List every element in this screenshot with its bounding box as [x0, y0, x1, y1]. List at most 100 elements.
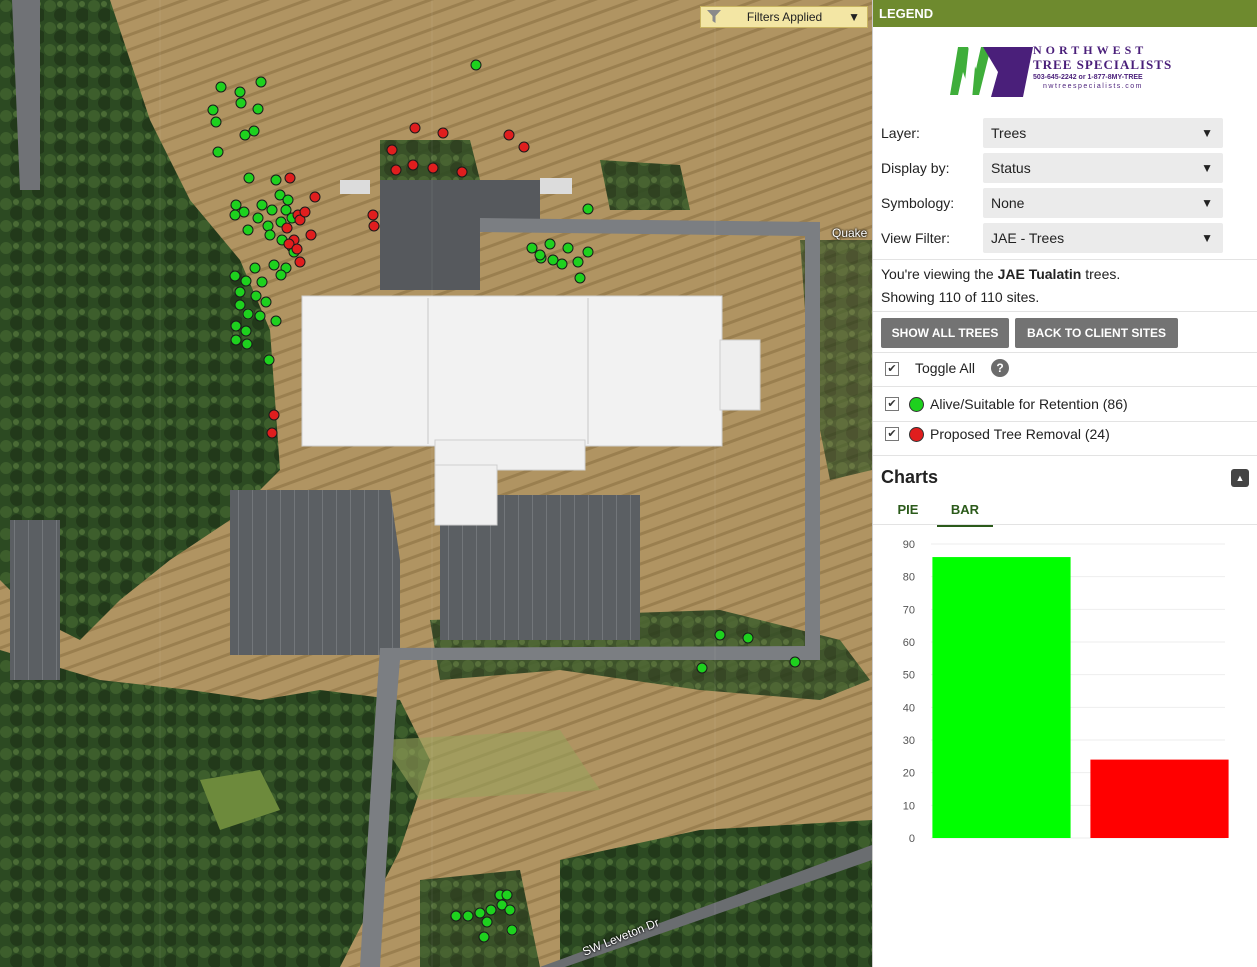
tree-marker-alive[interactable] — [485, 904, 497, 916]
tree-marker-alive[interactable] — [240, 325, 252, 337]
tree-marker-alive[interactable] — [262, 220, 274, 232]
tree-marker-alive[interactable] — [229, 209, 241, 221]
tree-marker-alive[interactable] — [544, 238, 556, 250]
layer-select[interactable]: Trees ▼ — [983, 118, 1223, 148]
tree-marker-alive[interactable] — [256, 199, 268, 211]
tree-marker-alive[interactable] — [230, 320, 242, 332]
tree-marker-alive[interactable] — [230, 334, 242, 346]
tree-marker-alive[interactable] — [248, 125, 260, 137]
tree-marker-removal[interactable] — [456, 166, 468, 178]
tree-marker-alive[interactable] — [234, 86, 246, 98]
tree-marker-removal[interactable] — [268, 409, 280, 421]
tree-marker-alive[interactable] — [582, 203, 594, 215]
tree-marker-alive[interactable] — [254, 310, 266, 322]
tree-marker-alive[interactable] — [229, 270, 241, 282]
tree-marker-alive[interactable] — [212, 146, 224, 158]
tree-marker-removal[interactable] — [503, 129, 515, 141]
tree-marker-alive[interactable] — [235, 97, 247, 109]
tree-marker-alive[interactable] — [282, 194, 294, 206]
back-to-client-sites-button[interactable]: BACK TO CLIENT SITES — [1015, 318, 1178, 348]
tree-marker-alive[interactable] — [474, 907, 486, 919]
tree-marker-alive[interactable] — [506, 924, 518, 936]
tree-marker-alive[interactable] — [266, 204, 278, 216]
tree-marker-removal[interactable] — [291, 243, 303, 255]
tree-marker-alive[interactable] — [240, 275, 252, 287]
tree-marker-alive[interactable] — [238, 206, 250, 218]
tree-marker-alive[interactable] — [547, 254, 559, 266]
tree-marker-alive[interactable] — [572, 256, 584, 268]
show-all-trees-button[interactable]: SHOW ALL TREES — [881, 318, 1009, 348]
tree-marker-alive[interactable] — [742, 632, 754, 644]
tree-marker-alive[interactable] — [215, 81, 227, 93]
tree-marker-alive[interactable] — [556, 258, 568, 270]
tree-marker-alive[interactable] — [242, 224, 254, 236]
tree-marker-removal[interactable] — [427, 162, 439, 174]
symbology-select[interactable]: None ▼ — [983, 188, 1223, 218]
tree-marker-alive[interactable] — [582, 246, 594, 258]
tree-marker-removal[interactable] — [367, 209, 379, 221]
tree-marker-removal[interactable] — [305, 229, 317, 241]
tree-marker-removal[interactable] — [390, 164, 402, 176]
view-filter-select[interactable]: JAE - Trees ▼ — [983, 223, 1223, 253]
tree-marker-alive[interactable] — [450, 910, 462, 922]
tree-marker-alive[interactable] — [268, 259, 280, 271]
tree-marker-alive[interactable] — [481, 916, 493, 928]
tab-bar[interactable]: BAR — [937, 497, 993, 527]
tree-marker-alive[interactable] — [241, 338, 253, 350]
tree-marker-removal[interactable] — [518, 141, 530, 153]
tree-marker-alive[interactable] — [234, 286, 246, 298]
tree-marker-removal[interactable] — [309, 191, 321, 203]
tree-marker-alive[interactable] — [714, 629, 726, 641]
toggle-all-checkbox[interactable]: ✔ — [885, 362, 899, 376]
tree-marker-alive[interactable] — [789, 656, 801, 668]
help-icon[interactable]: ? — [991, 359, 1009, 377]
tree-marker-removal[interactable] — [294, 256, 306, 268]
tree-marker-alive[interactable] — [242, 308, 254, 320]
alive-checkbox[interactable]: ✔ — [885, 397, 899, 411]
tree-marker-alive[interactable] — [534, 249, 546, 261]
tree-marker-alive[interactable] — [252, 103, 264, 115]
tree-marker-removal[interactable] — [386, 144, 398, 156]
tree-marker-removal[interactable] — [299, 206, 311, 218]
tree-marker-alive[interactable] — [504, 904, 516, 916]
tree-marker-alive[interactable] — [462, 910, 474, 922]
tree-marker-alive[interactable] — [239, 129, 251, 141]
tree-marker-alive[interactable] — [270, 315, 282, 327]
tree-marker-removal[interactable] — [266, 427, 278, 439]
tree-marker-alive[interactable] — [470, 59, 482, 71]
tree-marker-alive[interactable] — [255, 76, 267, 88]
tree-marker-alive[interactable] — [252, 212, 264, 224]
tree-marker-alive[interactable] — [574, 272, 586, 284]
tree-marker-alive[interactable] — [526, 242, 538, 254]
tree-marker-alive[interactable] — [478, 931, 490, 943]
tree-marker-alive[interactable] — [562, 242, 574, 254]
filters-applied-dropdown[interactable]: Filters Applied ▼ — [700, 6, 868, 28]
collapse-up-icon[interactable]: ▲ — [1231, 469, 1249, 487]
removal-checkbox[interactable]: ✔ — [885, 427, 899, 441]
tree-marker-removal[interactable] — [437, 127, 449, 139]
tree-marker-removal[interactable] — [284, 172, 296, 184]
bar-removal[interactable] — [1090, 759, 1229, 838]
tree-marker-removal[interactable] — [281, 222, 293, 234]
tree-marker-removal[interactable] — [407, 159, 419, 171]
tree-marker-removal[interactable] — [409, 122, 421, 134]
tree-marker-alive[interactable] — [264, 229, 276, 241]
tab-pie[interactable]: PIE — [881, 497, 935, 525]
aerial-map[interactable] — [0, 0, 872, 967]
tree-marker-alive[interactable] — [210, 116, 222, 128]
tree-marker-alive[interactable] — [260, 296, 272, 308]
tree-marker-alive[interactable] — [263, 354, 275, 366]
display-by-select[interactable]: Status ▼ — [983, 153, 1223, 183]
tree-marker-alive[interactable] — [275, 269, 287, 281]
bar-alive[interactable] — [932, 557, 1071, 838]
tree-marker-alive[interactable] — [696, 662, 708, 674]
tree-marker-alive[interactable] — [270, 174, 282, 186]
tree-marker-alive[interactable] — [243, 172, 255, 184]
tree-marker-alive[interactable] — [234, 299, 246, 311]
tree-marker-alive[interactable] — [501, 889, 513, 901]
tree-marker-alive[interactable] — [207, 104, 219, 116]
tree-marker-alive[interactable] — [250, 290, 262, 302]
map-view[interactable]: Quake SW Leveton Dr Filters Applied ▼ — [0, 0, 872, 967]
tree-marker-removal[interactable] — [368, 220, 380, 232]
tree-marker-alive[interactable] — [256, 276, 268, 288]
